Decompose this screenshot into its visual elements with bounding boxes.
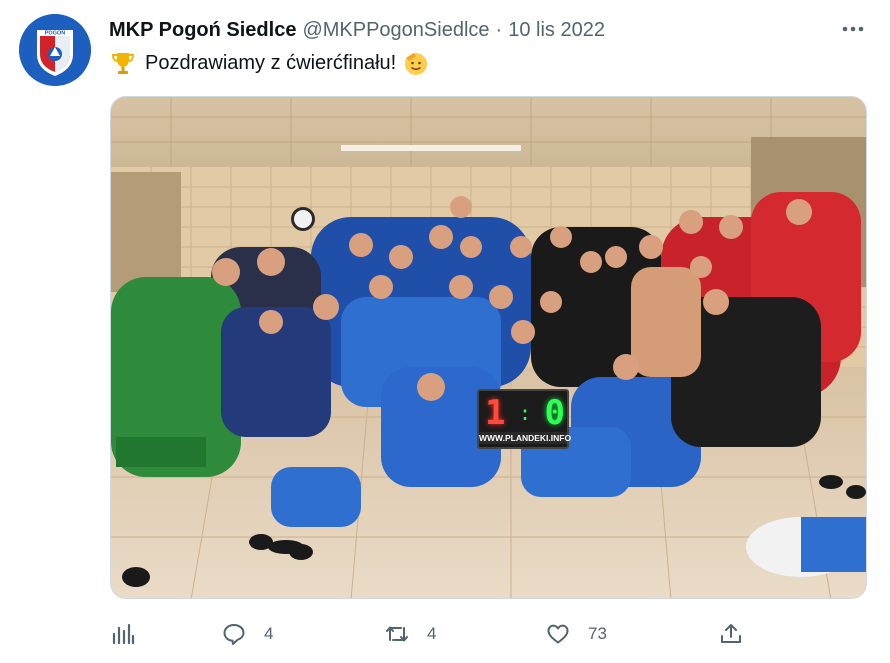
tweet-body: Pozdrawiamy z ćwierćfinału!: [145, 51, 397, 74]
reply-button[interactable]: 4: [222, 616, 273, 652]
tweet-text: Pozdrawiamy z ćwierćfinału!: [109, 48, 430, 78]
tweet-photo[interactable]: 1 : 0 WWW.PLANDEKI.INFO: [110, 96, 867, 599]
avatar[interactable]: POGOŃ: [19, 14, 91, 86]
reply-icon: [223, 624, 245, 645]
tweet-header: MKP Pogoń Siedlce @MKPPogonSiedlce · 10 …: [109, 17, 605, 43]
share-button[interactable]: [719, 616, 743, 652]
team-celebration-photo: [111, 97, 866, 598]
trophy-icon: [109, 49, 137, 77]
reply-count: 4: [264, 624, 274, 643]
tweet-date[interactable]: 10 lis 2022: [508, 19, 605, 42]
club-crest-icon: POGOŃ: [19, 14, 91, 86]
analytics-icon: [112, 623, 135, 645]
separator-dot: ·: [495, 18, 503, 41]
author-name[interactable]: MKP Pogoń Siedlce: [109, 19, 296, 42]
tweet-actions: 4 4 73: [109, 616, 769, 652]
retweet-icon: [386, 626, 408, 642]
crest-text: POGOŃ: [45, 29, 66, 37]
tweet: POGOŃ MKP Pogoń Siedlce @MKPPogonSiedlce…: [0, 0, 890, 663]
retweet-button[interactable]: 4: [385, 616, 436, 652]
score-home: 1: [485, 393, 506, 433]
share-icon: [721, 624, 741, 643]
like-count: 73: [588, 624, 607, 643]
saluting-face-icon: [402, 49, 430, 77]
more-options-button[interactable]: [836, 16, 870, 42]
like-icon: [547, 624, 569, 644]
author-handle[interactable]: @MKPPogonSiedlce: [302, 19, 489, 42]
score-digits: 1 : 0: [485, 393, 565, 433]
more-icon: [842, 26, 864, 32]
score-away: 0: [544, 393, 565, 433]
retweet-count: 4: [427, 624, 437, 643]
scoreboard: 1 : 0 WWW.PLANDEKI.INFO: [477, 389, 572, 449]
scoreboard-url: WWW.PLANDEKI.INFO: [479, 432, 572, 444]
like-button[interactable]: 73: [546, 616, 607, 652]
analytics-button[interactable]: [111, 616, 135, 652]
score-separator: :: [518, 401, 532, 425]
